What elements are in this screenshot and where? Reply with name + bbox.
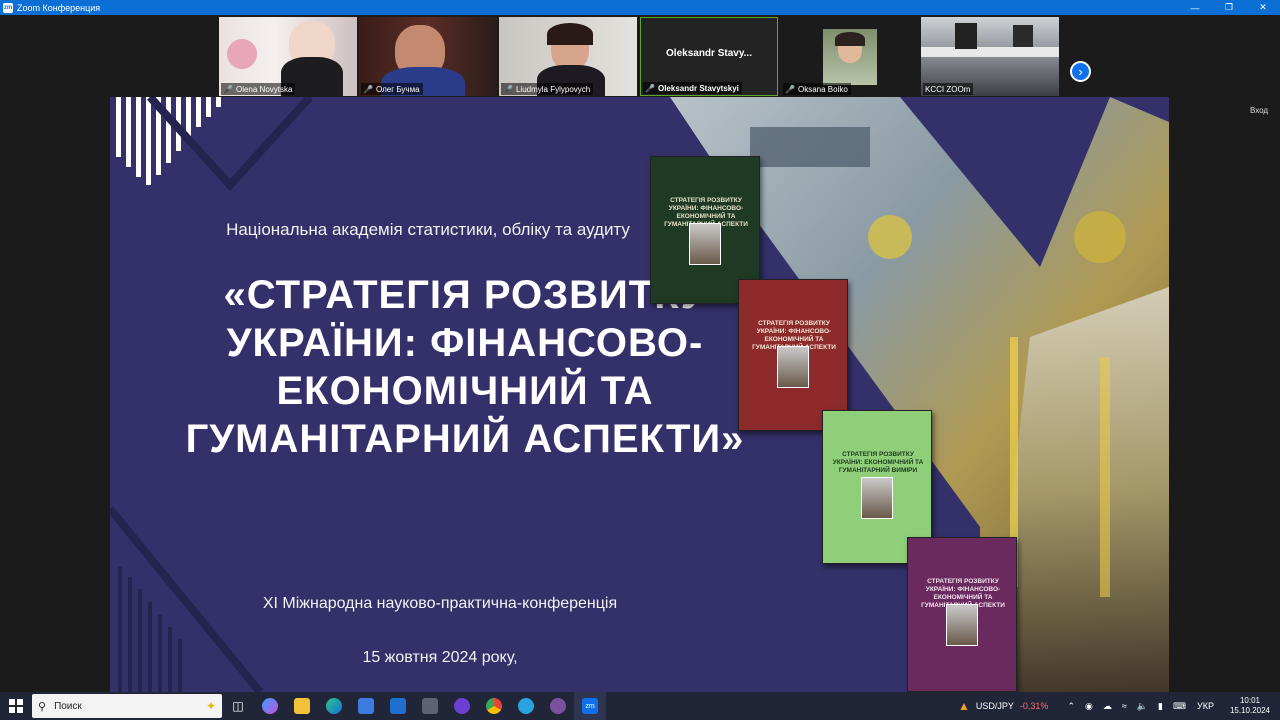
media-player-icon[interactable] (446, 692, 478, 720)
file-explorer-icon[interactable] (286, 692, 318, 720)
mail-icon[interactable] (382, 692, 414, 720)
window-titlebar: zm Zoom Конференция — ❐ ✕ (0, 0, 1280, 15)
screen-shape (1013, 25, 1033, 47)
telegram-icon[interactable] (510, 692, 542, 720)
maximize-button[interactable]: ❐ (1212, 0, 1246, 15)
clock-time: 10:01 (1239, 696, 1260, 705)
participant-tile[interactable]: 🎤 Olena Novytska (219, 17, 357, 96)
language-indicator[interactable]: УКР (1197, 701, 1214, 711)
participant-name: 🎤 Oleksandr Stavytskyi (643, 82, 742, 94)
chevron-decor (147, 97, 313, 191)
book-author-photo (689, 223, 721, 265)
book-author-photo (777, 346, 809, 388)
participant-tile[interactable]: 🎤 Олег Бучма (359, 17, 497, 96)
building-sign (750, 127, 870, 167)
mic-muted-icon: 🎤 (785, 84, 795, 94)
battery-icon[interactable]: ▮ (1158, 701, 1163, 712)
tree-foliage (1074, 211, 1126, 263)
start-button[interactable] (0, 692, 32, 720)
participant-tile-active-speaker[interactable]: Oleksandr Stavy... 🎤 Oleksandr Stavytskyi (640, 17, 778, 96)
sunlight-column (1100, 357, 1110, 597)
participant-tile[interactable]: 🎤 Oksana Boiko (781, 17, 919, 96)
window-controls: — ❐ ✕ (1178, 0, 1280, 15)
mic-muted-icon: 🎤 (503, 84, 513, 94)
windows-logo-icon (9, 699, 23, 713)
chrome-icon[interactable] (478, 692, 510, 720)
clock-date: 15.10.2024 (1229, 706, 1270, 715)
search-placeholder: Поиск (54, 700, 82, 712)
participant-name: KCCI ZOOm (923, 83, 974, 95)
wifi-icon[interactable]: ≈ (1122, 701, 1127, 711)
network-icon[interactable]: ☁ (1103, 701, 1112, 712)
screen-shape (955, 23, 977, 49)
window-title: Zoom Конференция (17, 2, 101, 13)
participant-name: 🎤 Oksana Boiko (783, 83, 851, 95)
stripe-pattern (116, 97, 221, 185)
keyboard-icon[interactable]: ⌨ (1173, 701, 1186, 712)
participant-strip: 🎤 Olena Novytska 🎤 Олег Бучма 🎤 Liudmyla Fy… (0, 15, 1280, 97)
stock-change: -0,31% (1019, 701, 1049, 711)
chevron-right-icon: › (1078, 64, 1083, 79)
book-author-photo (861, 477, 893, 519)
system-tray: ▲ USD/JPY -0,31% ⌃ ◉ ☁ ≈ 🔈 ▮ ⌨ УКР 10:01… (958, 692, 1280, 720)
person-hair (835, 32, 865, 46)
copilot-icon[interactable] (254, 692, 286, 720)
sparkle-icon: ✦ (205, 699, 216, 713)
book-title: СТРАТЕГІЯ РОЗВИТКУ УКРАЇНИ: ЕКОНОМІЧНИЙ … (832, 451, 924, 474)
participant-tile[interactable]: 🎤 Liudmyla Fylypovych (499, 17, 637, 96)
stock-label: USD/JPY (975, 701, 1014, 711)
viber-icon[interactable] (542, 692, 574, 720)
windows-taskbar: ⚲ Поиск ✦ ◫ zm ▲ USD/JPY -0,31% ⌃ ◉ ☁ ≈ … (0, 692, 1280, 720)
next-participants-button[interactable]: › (1070, 61, 1091, 82)
book-cover-purple: СТРАТЕГІЯ РОЗВИТКУ УКРАЇНИ: ФІНАНСОВО-ЕК… (907, 537, 1017, 692)
slide-date-text: 15 жовтня 2024 року, (362, 649, 518, 666)
zoom-taskbar-icon[interactable]: zm (574, 692, 606, 720)
mic-muted-icon: 🎤 (645, 83, 655, 93)
mic-muted-icon: 🎤 (223, 84, 233, 94)
taskbar-clock[interactable]: 10:01 15.10.2024 (1230, 696, 1270, 716)
book-author-photo (946, 604, 978, 646)
app-tray-icon[interactable]: ◉ (1085, 701, 1093, 712)
close-button[interactable]: ✕ (1246, 0, 1280, 15)
zoom-app-icon: zm (3, 2, 13, 13)
taskbar-search-box[interactable]: ⚲ Поиск ✦ (32, 694, 222, 718)
calculator-icon[interactable] (414, 692, 446, 720)
participant-name: 🎤 Олег Бучма (361, 83, 423, 95)
participant-name: 🎤 Liudmyla Fylypovych (501, 83, 594, 95)
tree-foliage (868, 215, 912, 259)
minimize-button[interactable]: — (1178, 0, 1212, 15)
participant-center-name: Oleksandr Stavy... (666, 48, 752, 59)
participant-name: 🎤 Olena Novytska (221, 83, 296, 95)
store-icon[interactable] (350, 692, 382, 720)
volume-icon[interactable]: 🔈 (1137, 701, 1148, 712)
chevron-up-icon[interactable]: ⌃ (1067, 701, 1075, 712)
participant-tile[interactable]: KCCI ZOOm (921, 17, 1059, 96)
search-icon: ⚲ (38, 700, 47, 713)
side-label: Вход (1250, 106, 1269, 115)
stock-widget[interactable]: ▲ USD/JPY -0,31% (958, 699, 1048, 713)
slide-conference-text: XI Міжнародна науково-практична-конферен… (262, 595, 618, 612)
edge-browser-icon[interactable] (318, 692, 350, 720)
task-view-icon[interactable]: ◫ (222, 692, 254, 720)
book-cover-red: СТРАТЕГІЯ РОЗВИТКУ УКРАЇНИ: ФІНАНСОВО-ЕК… (738, 279, 848, 431)
mic-muted-icon: 🎤 (363, 84, 373, 94)
conference-table (921, 47, 1059, 57)
shared-screen-slide: Національна академія статистики, обліку … (110, 97, 1169, 692)
flowers-decor (227, 39, 257, 69)
person-hair (547, 23, 593, 45)
chart-icon: ▲ (958, 699, 970, 713)
